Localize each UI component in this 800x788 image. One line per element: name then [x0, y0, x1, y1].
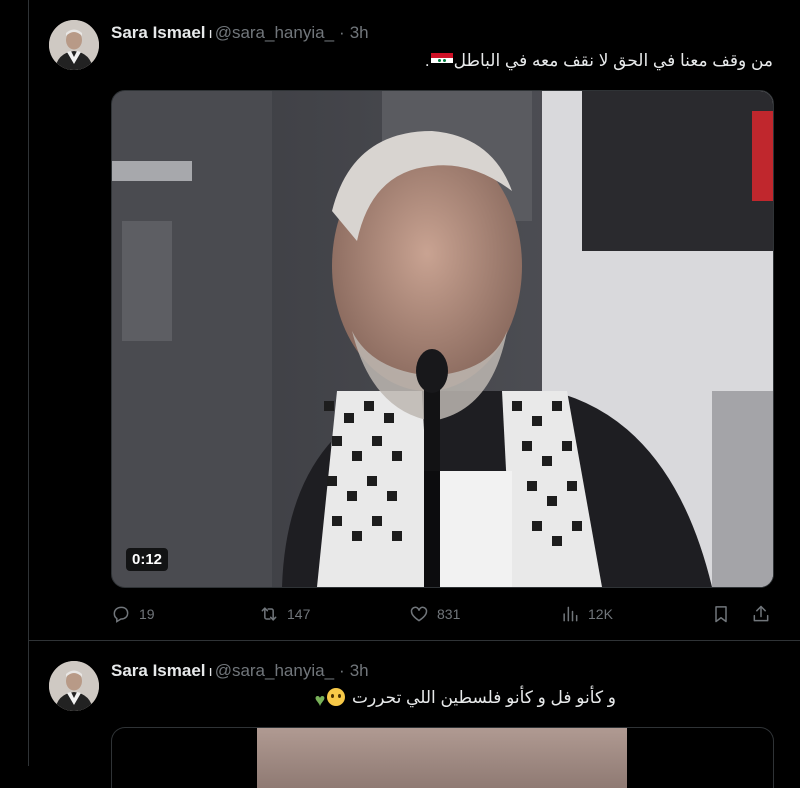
reply-count: 19	[139, 606, 155, 622]
author-handle[interactable]: @sara_hanyia_	[215, 23, 334, 43]
like-count: 831	[437, 606, 461, 622]
media-preview[interactable]	[111, 727, 774, 788]
tweet-text: و كأنو فل و كأنو فلسطين اللي تحررت ♥	[307, 688, 616, 709]
green-heart-icon: ♥	[314, 690, 326, 710]
analytics-icon	[563, 606, 578, 622]
views-count: 12K	[588, 606, 613, 622]
retweet-count: 147	[287, 606, 311, 622]
retweet-button[interactable]: 147	[259, 600, 310, 628]
tweet-text: من وقف معنا في الحق لا نقف معه في الباطل…	[425, 51, 773, 71]
bookmark-button[interactable]	[711, 600, 731, 628]
tweet[interactable]: Sara Ismael ı @sara_hanyia_ · 3h و كأنو …	[29, 641, 800, 788]
like-button[interactable]: 831	[409, 600, 460, 628]
views-button[interactable]: 12K	[560, 600, 613, 628]
timeline-feed: Sara Ismael ı @sara_hanyia_ · 3h من وقف …	[28, 0, 800, 788]
tweet-text-body: و كأنو فل و كأنو فلسطين اللي تحررت	[352, 688, 616, 707]
tweet-header: Sara Ismael ı @sara_hanyia_ · 3h	[111, 660, 369, 682]
reply-icon	[113, 606, 129, 623]
media-image[interactable]	[257, 728, 627, 788]
author-handle[interactable]: @sara_hanyia_	[215, 661, 334, 681]
timestamp[interactable]: 3h	[350, 661, 369, 681]
verified-mark: ı	[208, 24, 213, 42]
separator-dot: ·	[339, 661, 345, 680]
avatar[interactable]	[49, 20, 99, 70]
tweet-text-body: من وقف معنا في الحق لا نقف معه في الباطل	[453, 51, 773, 70]
share-button[interactable]	[751, 600, 771, 628]
pleading-face-icon	[327, 688, 346, 706]
verified-mark: ı	[208, 662, 213, 680]
tweet-header: Sara Ismael ı @sara_hanyia_ · 3h	[111, 22, 369, 44]
author-name[interactable]: Sara Ismael	[111, 23, 206, 43]
timestamp[interactable]: 3h	[350, 23, 369, 43]
bookmark-icon	[715, 606, 727, 623]
avatar[interactable]	[49, 661, 99, 711]
syria-flag-icon	[430, 53, 453, 68]
tweet[interactable]: Sara Ismael ı @sara_hanyia_ · 3h من وقف …	[29, 0, 800, 641]
heart-icon	[410, 606, 428, 622]
author-name[interactable]: Sara Ismael	[111, 661, 206, 681]
retweet-icon	[261, 607, 277, 621]
video-player[interactable]: 0:12	[111, 90, 774, 588]
video-duration: 0:12	[126, 548, 169, 571]
separator-dot: ·	[339, 23, 345, 42]
share-icon	[753, 605, 769, 622]
tweet-actions: 19 147 831 12K	[111, 600, 772, 628]
reply-button[interactable]: 19	[111, 600, 155, 628]
tweet-text-suffix: .	[424, 51, 430, 70]
